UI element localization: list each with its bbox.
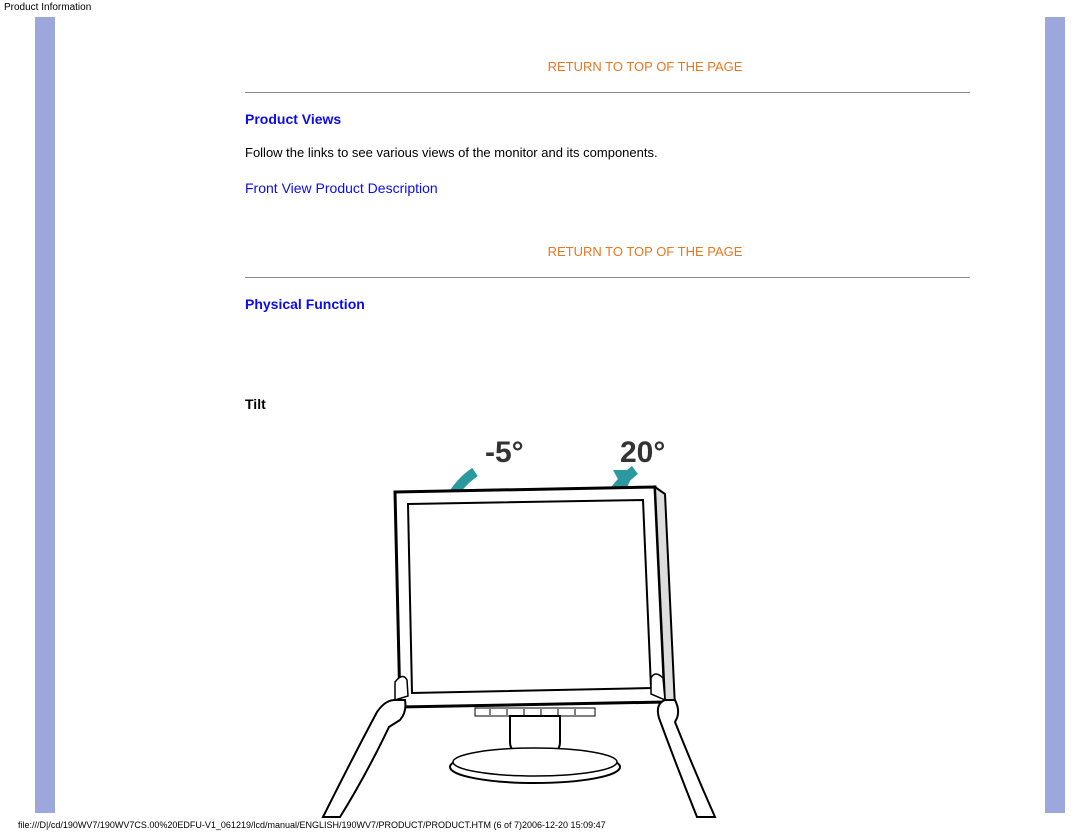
monitor-button-strip: [475, 708, 595, 716]
right-margin-stripe: [1045, 17, 1065, 813]
left-margin-stripe: [35, 17, 55, 813]
return-top-link-2[interactable]: RETURN TO TOP OF THE PAGE: [283, 244, 1008, 259]
divider-2: [245, 277, 970, 278]
left-hand: [323, 700, 405, 817]
page-header-title: Product Information: [0, 0, 1080, 15]
footer-file-path: file:///D|/cd/190WV7/190WV7CS.00%20EDFU-…: [18, 820, 606, 830]
tilt-forward-label: 20°: [620, 436, 665, 469]
physical-function-heading: Physical Function: [245, 296, 1045, 312]
monitor-base-top: [453, 748, 617, 776]
divider-1: [245, 92, 970, 93]
main-content: RETURN TO TOP OF THE PAGE Product Views …: [55, 17, 1045, 813]
product-views-text: Follow the links to see various views of…: [245, 145, 1045, 160]
return-top-link-1[interactable]: RETURN TO TOP OF THE PAGE: [283, 59, 1008, 74]
page-container: RETURN TO TOP OF THE PAGE Product Views …: [0, 17, 1080, 813]
tilt-label: Tilt: [245, 396, 1045, 412]
product-views-heading: Product Views: [245, 111, 1045, 127]
front-view-link[interactable]: Front View Product Description: [245, 180, 438, 196]
left-fingers: [395, 676, 408, 700]
tilt-diagram: -5° 20°: [245, 422, 765, 825]
monitor-screen: [408, 500, 651, 693]
right-hand: [658, 700, 715, 817]
tilt-back-label: -5°: [485, 436, 524, 469]
